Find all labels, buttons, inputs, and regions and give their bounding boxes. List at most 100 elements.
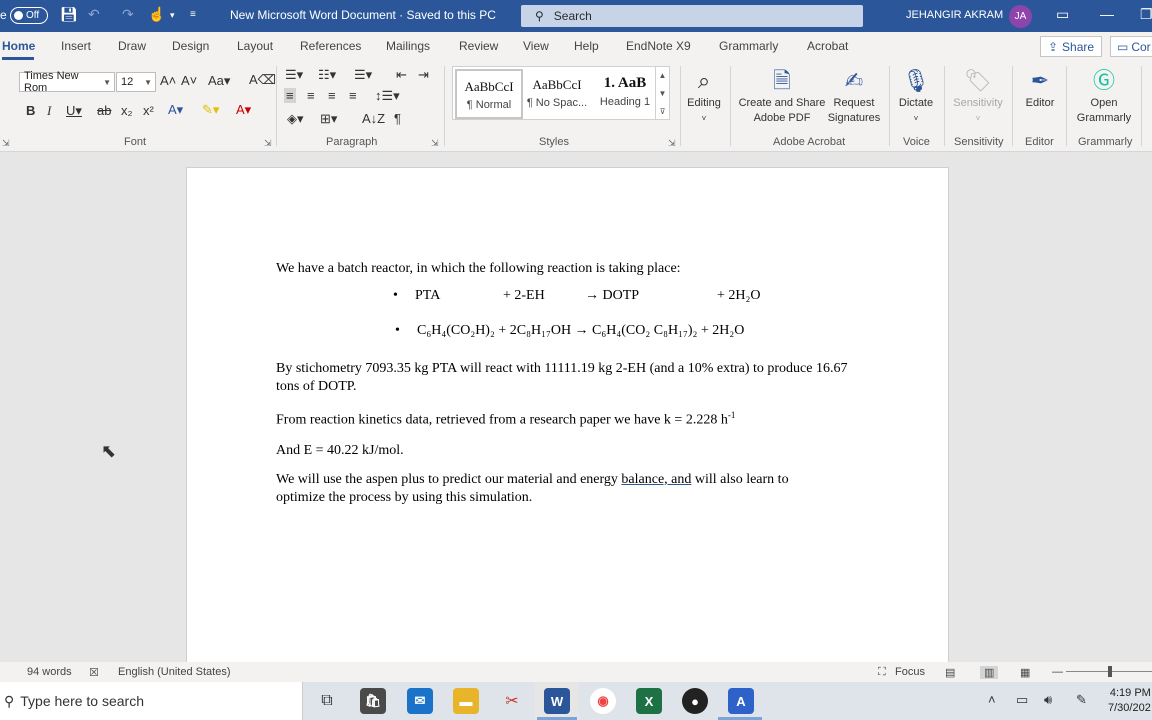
- styles-scroll[interactable]: ▲ ▼ ⊽: [655, 66, 669, 120]
- zoom-out-icon[interactable]: —: [1052, 666, 1063, 678]
- restore-icon[interactable]: ❐: [1140, 6, 1152, 23]
- chrome-icon[interactable]: ◉: [590, 688, 616, 714]
- grow-font-icon[interactable]: A˄: [160, 73, 176, 88]
- reaction-formula[interactable]: C₆H₄(CO₂H)₂ + 2C₈H₁₇OH → C₆H₄(CO₂ C₈H₁₇)…: [417, 323, 744, 339]
- increase-indent-icon[interactable]: ⇥: [418, 67, 429, 83]
- dialog-launcher-icon[interactable]: ⇲: [668, 138, 676, 149]
- battery-icon[interactable]: ▭: [1016, 692, 1028, 708]
- document-page[interactable]: We have a batch reactor, in which the fo…: [186, 167, 949, 667]
- show-formatting-icon[interactable]: ¶: [394, 111, 401, 126]
- dialog-launcher-icon[interactable]: ⇲: [264, 138, 272, 149]
- multilevel-list-icon[interactable]: ☰▾: [354, 67, 372, 83]
- aspen-paragraph[interactable]: We will use the aspen plus to predict ou…: [276, 471, 836, 507]
- autosave-toggle[interactable]: Off: [10, 7, 48, 24]
- font-size-combo[interactable]: 12 ▼: [116, 72, 156, 92]
- dictate-button[interactable]: 🎙︎ Dictate ˅: [894, 66, 938, 126]
- search-box[interactable]: ⚲ Search: [521, 5, 863, 27]
- focus-label[interactable]: Focus: [895, 666, 925, 678]
- avatar[interactable]: JA: [1009, 5, 1032, 28]
- superscript-icon[interactable]: x²: [143, 103, 154, 118]
- strikethrough-icon[interactable]: ab: [97, 103, 111, 118]
- user-name[interactable]: JEHANGIR AKRAM: [906, 9, 1003, 21]
- tab-review[interactable]: Review: [459, 39, 498, 53]
- bold-icon[interactable]: B: [26, 103, 35, 118]
- minimize-icon[interactable]: —: [1100, 6, 1114, 22]
- dialog-launcher-icon[interactable]: ⇲: [431, 138, 439, 149]
- tab-grammarly[interactable]: Grammarly: [719, 39, 778, 53]
- stoichiometry-paragraph[interactable]: By stichometry 7093.35 kg PTA will react…: [276, 360, 866, 396]
- font-name-combo[interactable]: Times New Rom ▼: [19, 70, 115, 94]
- language[interactable]: English (United States): [118, 666, 231, 678]
- file-explorer-icon[interactable]: ▬: [453, 688, 479, 714]
- request-signatures-button[interactable]: ✍︎ Request Signatures: [826, 66, 882, 126]
- chevron-down-icon[interactable]: ▼: [659, 89, 667, 98]
- more-styles-icon[interactable]: ⊽: [660, 107, 666, 116]
- undo-icon[interactable]: ↶: [88, 6, 100, 23]
- tab-layout[interactable]: Layout: [237, 39, 273, 53]
- subscript-icon[interactable]: x₂: [121, 103, 133, 118]
- tab-view[interactable]: View: [523, 39, 549, 53]
- customize-qat-icon[interactable]: ≡: [190, 9, 196, 20]
- tab-acrobat[interactable]: Acrobat: [807, 39, 848, 53]
- tab-design[interactable]: Design: [172, 39, 209, 53]
- ribbon-display-icon[interactable]: ▭: [1056, 6, 1069, 23]
- tab-references[interactable]: References: [300, 39, 361, 53]
- tab-insert[interactable]: Insert: [61, 39, 91, 53]
- style-heading-1[interactable]: 1. AaB Heading 1: [591, 69, 659, 119]
- style-normal[interactable]: AaBbCcI ¶ Normal: [455, 69, 523, 119]
- tab-endnote[interactable]: EndNote X9: [626, 39, 691, 53]
- change-case-icon[interactable]: Aa▾: [208, 73, 230, 89]
- tab-home[interactable]: Home: [2, 39, 35, 53]
- create-share-pdf-button[interactable]: 🗎︎ Create and Share Adobe PDF: [736, 66, 828, 126]
- editor-button[interactable]: ✒︎ Editor: [1018, 66, 1062, 111]
- snipping-tool-icon[interactable]: ✂: [499, 688, 525, 714]
- decrease-indent-icon[interactable]: ⇤: [396, 67, 407, 83]
- proofing-icon[interactable]: ☒: [89, 666, 99, 679]
- read-mode-icon[interactable]: ▤: [945, 666, 955, 679]
- bullets-icon[interactable]: ☰▾: [285, 67, 303, 83]
- volume-icon[interactable]: 🔊︎: [1044, 692, 1052, 708]
- underline-icon[interactable]: U▾: [66, 103, 82, 119]
- sort-icon[interactable]: A↓Z: [362, 111, 385, 126]
- redo-icon[interactable]: ↷: [122, 6, 134, 23]
- reaction-dotp[interactable]: → DOTP: [585, 288, 639, 304]
- chevron-up-icon[interactable]: ˄: [988, 692, 996, 707]
- font-color-icon[interactable]: A▾: [236, 102, 251, 118]
- highlight-icon[interactable]: ✎▾: [202, 102, 219, 118]
- chevron-up-icon[interactable]: ▲: [659, 71, 667, 80]
- tab-mailings[interactable]: Mailings: [386, 39, 430, 53]
- sensitivity-button[interactable]: 🏷︎ Sensitivity ˅: [948, 66, 1008, 126]
- intro-paragraph[interactable]: We have a batch reactor, in which the fo…: [276, 260, 876, 278]
- shrink-font-icon[interactable]: A˅: [181, 73, 197, 88]
- justify-icon[interactable]: ≡: [349, 88, 357, 103]
- store-icon[interactable]: 🛍︎: [360, 688, 386, 714]
- line-spacing-icon[interactable]: ↕☰▾: [375, 88, 400, 104]
- align-left-icon[interactable]: ≡: [284, 88, 296, 103]
- italic-icon[interactable]: I: [47, 103, 51, 119]
- numbering-icon[interactable]: ☷▾: [318, 67, 336, 83]
- print-layout-icon[interactable]: ▥: [980, 666, 999, 679]
- tab-help[interactable]: Help: [574, 39, 599, 53]
- system-clock[interactable]: 4:19 PM 7/30/202: [1108, 686, 1151, 716]
- tab-draw[interactable]: Draw: [118, 39, 146, 53]
- focus-icon[interactable]: ⛶: [878, 666, 886, 679]
- align-right-icon[interactable]: ≡: [328, 88, 336, 103]
- dialog-launcher-icon[interactable]: ⇲: [2, 138, 10, 149]
- comments-button[interactable]: ▭ Cor: [1110, 36, 1152, 57]
- editing-button[interactable]: ⌕ Editing ˅: [684, 66, 724, 126]
- grammar-flag[interactable]: balance, and: [621, 472, 691, 487]
- taskbar-search[interactable]: ⚲ Type here to search: [0, 682, 303, 720]
- text-effects-icon[interactable]: A▾: [168, 102, 183, 118]
- kinetics-paragraph[interactable]: From reaction kinetics data, retrieved f…: [276, 406, 876, 430]
- borders-icon[interactable]: ⊞▾: [320, 111, 337, 127]
- reaction-2eh[interactable]: + 2-EH: [503, 288, 545, 304]
- word-count[interactable]: 94 words: [27, 666, 72, 678]
- reaction-pta[interactable]: PTA: [415, 288, 440, 304]
- clear-formatting-icon[interactable]: A⌫: [249, 72, 276, 88]
- shading-icon[interactable]: ◈▾: [287, 111, 304, 127]
- reaction-water[interactable]: + 2H₂O: [717, 288, 761, 304]
- chevron-down-icon[interactable]: ▾: [170, 10, 175, 21]
- touch-mode-icon[interactable]: ☝: [148, 6, 165, 23]
- open-grammarly-button[interactable]: Ⓖ Open Grammarly: [1072, 66, 1136, 126]
- pen-icon[interactable]: ✎: [1076, 692, 1087, 708]
